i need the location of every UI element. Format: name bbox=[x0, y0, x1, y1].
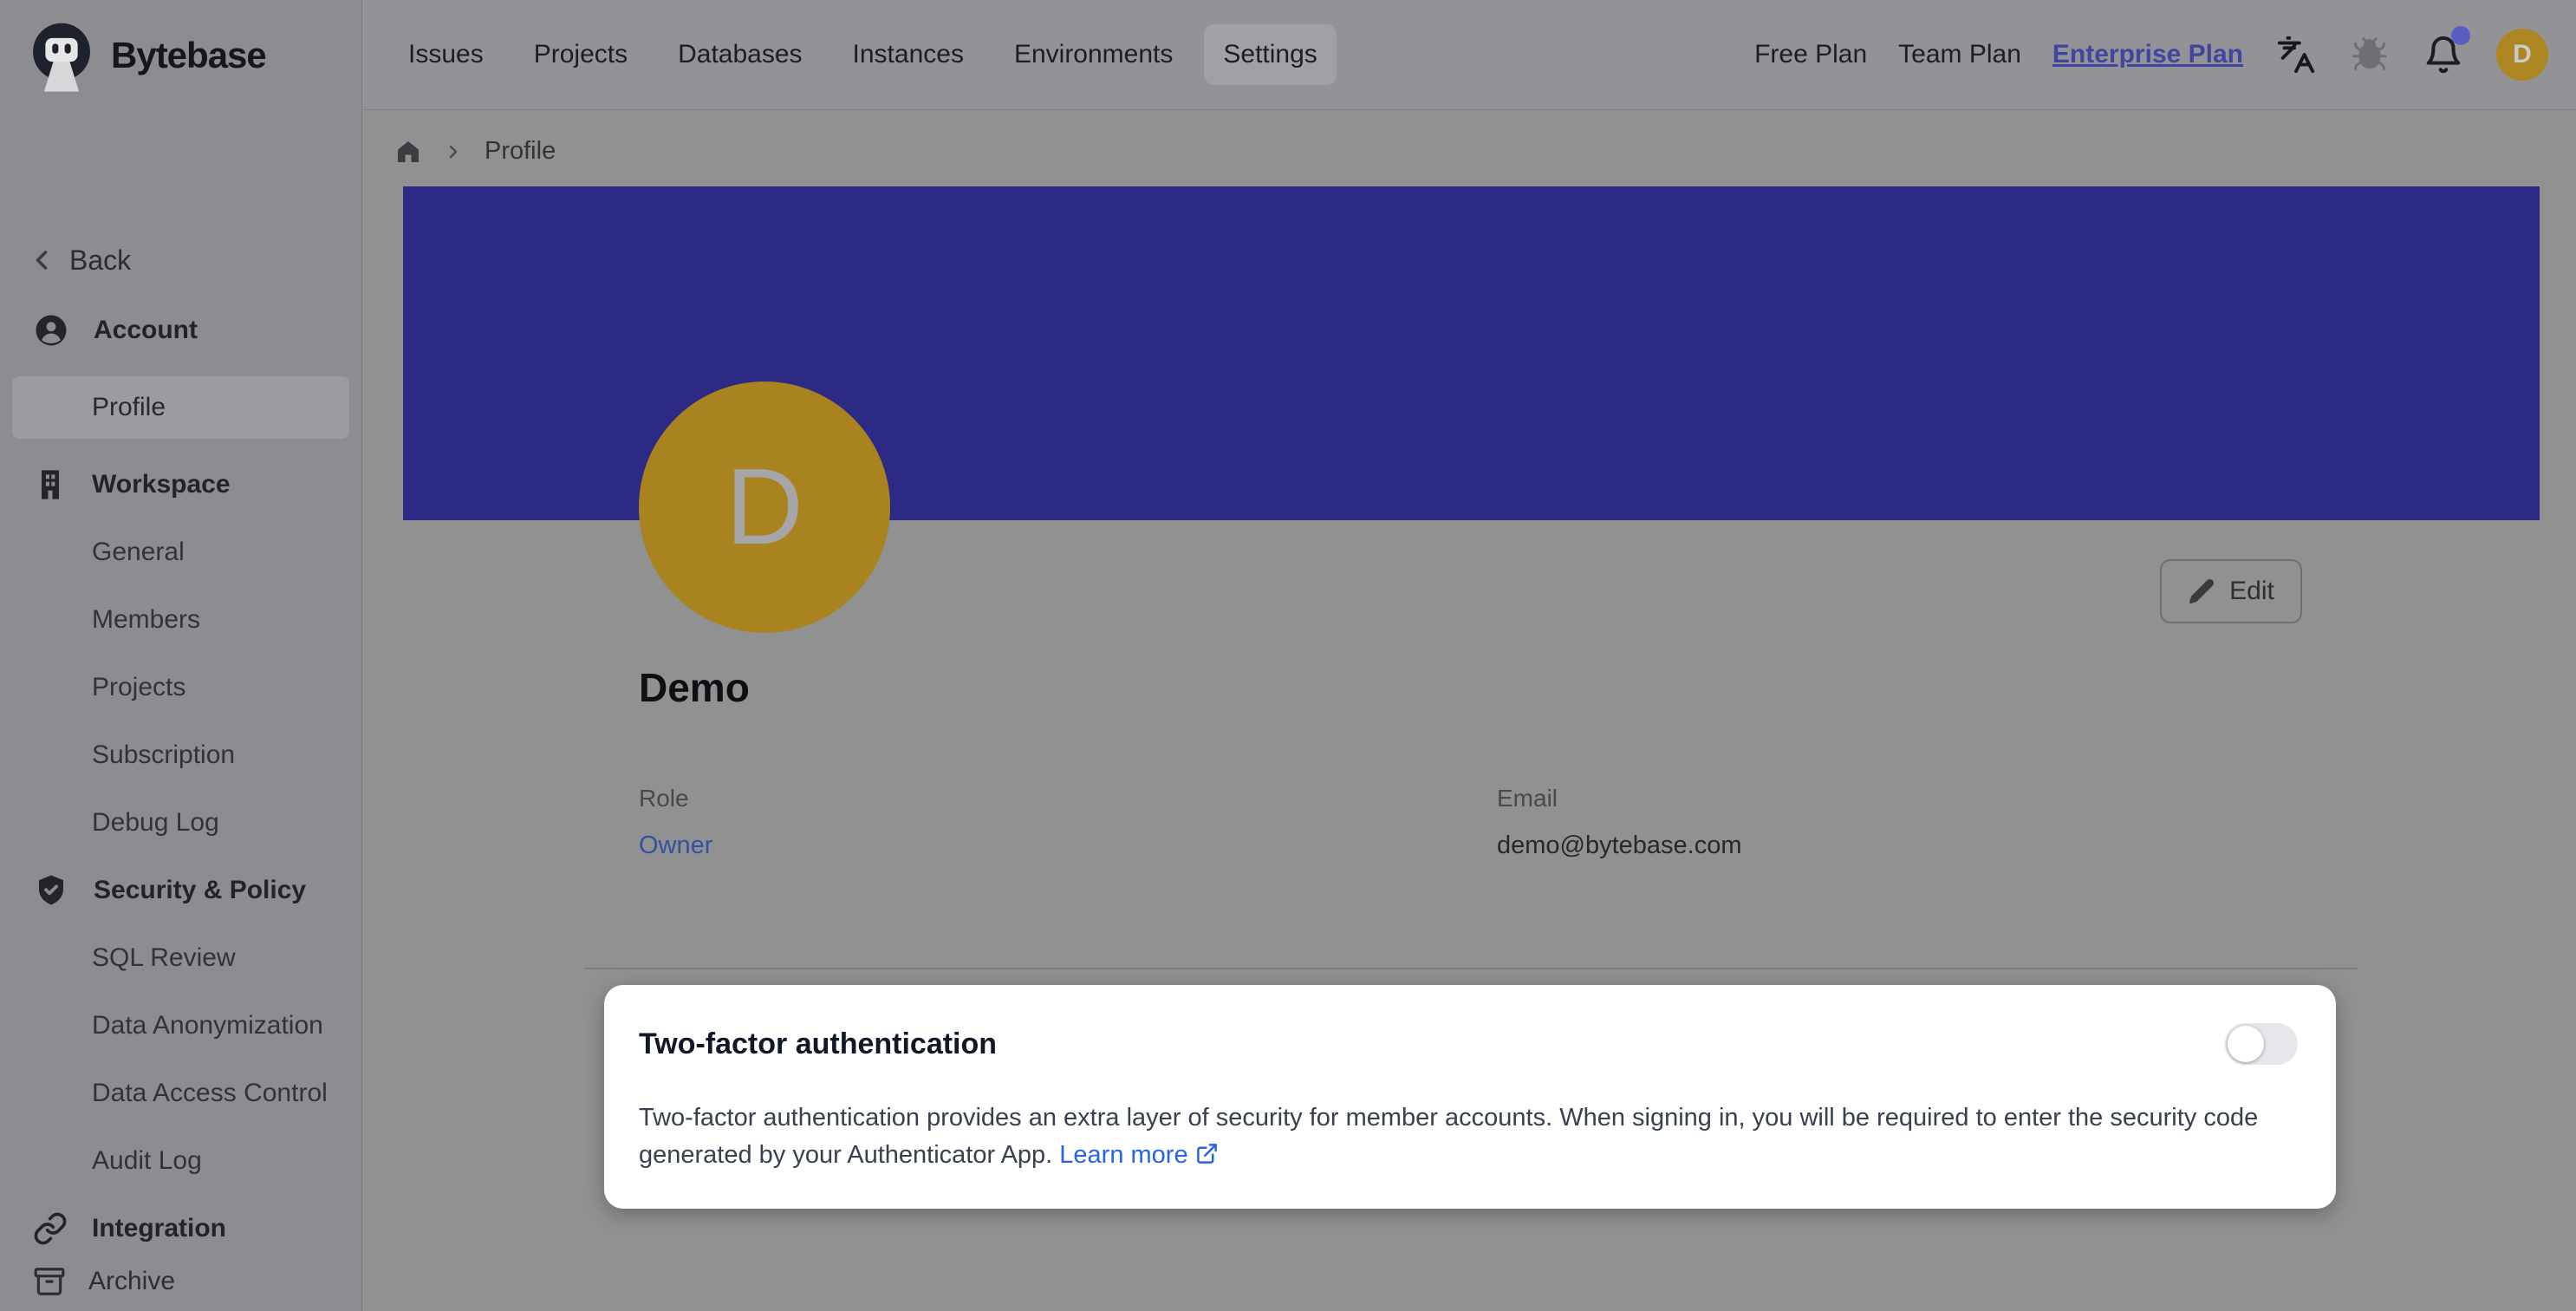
field-value-email: demo@bytebase.com bbox=[1497, 832, 2355, 860]
sidebar-section-label: Integration bbox=[92, 1214, 226, 1243]
chevron-left-icon bbox=[26, 245, 57, 276]
plan-links: Free Plan Team Plan Enterprise Plan bbox=[1754, 40, 2243, 69]
sidebar-item-data-anonymization[interactable]: Data Anonymization bbox=[12, 1004, 349, 1047]
profile-avatar-initial: D bbox=[725, 446, 803, 569]
two-factor-card: Two-factor authentication Two-factor aut… bbox=[604, 985, 2336, 1209]
two-factor-title: Two-factor authentication bbox=[639, 1027, 997, 1061]
bell-button[interactable] bbox=[2423, 35, 2463, 75]
sidebar-item-audit-log[interactable]: Audit Log bbox=[12, 1139, 349, 1183]
nav-item-settings[interactable]: Settings bbox=[1204, 24, 1336, 85]
sidebar-menu: Back Account Profile Workspace General Membe… bbox=[0, 110, 361, 1252]
sidebar-section-account: Account bbox=[33, 309, 361, 352]
toggle-knob bbox=[2228, 1026, 2264, 1062]
plan-free-plan[interactable]: Free Plan bbox=[1754, 40, 1867, 69]
edit-button[interactable]: Edit bbox=[2160, 559, 2302, 623]
main-nav: IssuesProjectsDatabasesInstancesEnvironm… bbox=[389, 24, 1337, 85]
language-icon bbox=[2276, 35, 2316, 75]
sidebar-item-data-access-control[interactable]: Data Access Control bbox=[12, 1072, 349, 1115]
bytebase-logo-text: Bytebase bbox=[111, 35, 266, 76]
sidebar-item-members[interactable]: Members bbox=[12, 598, 349, 642]
bug-icon bbox=[2351, 36, 2389, 74]
breadcrumb-page: Profile bbox=[485, 137, 556, 166]
sidebar-section-label: Workspace bbox=[92, 470, 231, 499]
nav-item-projects[interactable]: Projects bbox=[515, 24, 647, 85]
bug-button[interactable] bbox=[2351, 36, 2389, 74]
nav-item-instances[interactable]: Instances bbox=[834, 24, 983, 85]
sidebar-section-workspace: Workspace bbox=[33, 463, 361, 506]
sidebar-item-projects[interactable]: Projects bbox=[12, 666, 349, 709]
back-button[interactable]: Back bbox=[26, 236, 199, 284]
top-navigation-bar: IssuesProjectsDatabasesInstancesEnvironm… bbox=[363, 0, 2576, 110]
notification-dot bbox=[2451, 26, 2470, 45]
profile-name: Demo bbox=[639, 664, 750, 711]
sidebar-item-debug-log[interactable]: Debug Log bbox=[12, 801, 349, 845]
building-icon bbox=[33, 467, 68, 502]
sidebar-section-label: Security & Policy bbox=[94, 876, 306, 905]
two-factor-description-text: Two-factor authentication provides an ex… bbox=[639, 1104, 2258, 1169]
plan-team-plan[interactable]: Team Plan bbox=[1898, 40, 2021, 69]
sidebar-section-label: Account bbox=[94, 316, 198, 345]
sidebar-section-security-policy: Security & Policy bbox=[33, 869, 361, 912]
edit-label: Edit bbox=[2229, 577, 2274, 606]
sidebar-item-profile[interactable]: Profile bbox=[12, 376, 349, 439]
learn-more-link[interactable]: Learn more bbox=[1059, 1141, 1218, 1169]
profile-fields: Role OwnerEmail demo@bytebase.com bbox=[639, 785, 2355, 860]
sidebar-item-sql-review[interactable]: SQL Review bbox=[12, 936, 349, 980]
sidebar: Bytebase Back Account Profile Workspace Gen… bbox=[0, 0, 362, 1311]
home-icon[interactable] bbox=[394, 138, 422, 166]
sidebar-item-archive[interactable]: Archive bbox=[33, 1252, 361, 1311]
profile-avatar: D bbox=[639, 382, 890, 633]
pencil-icon bbox=[2188, 577, 2215, 605]
two-factor-toggle[interactable] bbox=[2225, 1023, 2298, 1065]
bytebase-logo[interactable]: Bytebase bbox=[0, 0, 361, 110]
bytebase-logo-icon bbox=[24, 16, 99, 95]
user-avatar[interactable]: D bbox=[2496, 29, 2548, 81]
breadcrumb-chevron-icon bbox=[443, 141, 464, 162]
archive-label: Archive bbox=[88, 1267, 175, 1296]
two-factor-description: Two-factor authentication provides an ex… bbox=[639, 1099, 2294, 1174]
user-avatar-initial: D bbox=[2513, 40, 2532, 69]
field-label: Role bbox=[639, 785, 1497, 812]
field-label: Email bbox=[1497, 785, 2355, 812]
back-label: Back bbox=[69, 245, 131, 277]
language-button[interactable] bbox=[2276, 35, 2316, 75]
topbar-icons bbox=[2276, 35, 2463, 75]
sidebar-section-integration: Integration bbox=[33, 1207, 361, 1250]
nav-item-issues[interactable]: Issues bbox=[389, 24, 503, 85]
shield-check-icon bbox=[33, 872, 69, 909]
nav-item-environments[interactable]: Environments bbox=[995, 24, 1192, 85]
nav-item-databases[interactable]: Databases bbox=[659, 24, 821, 85]
section-divider bbox=[584, 968, 2358, 969]
archive-icon bbox=[33, 1265, 66, 1298]
field-email: Email demo@bytebase.com bbox=[1497, 785, 2355, 860]
sidebar-item-subscription[interactable]: Subscription bbox=[12, 734, 349, 777]
field-value-role[interactable]: Owner bbox=[639, 832, 1497, 860]
sidebar-item-general[interactable]: General bbox=[12, 531, 349, 574]
breadcrumb: Profile bbox=[394, 137, 556, 166]
field-role: Role Owner bbox=[639, 785, 1497, 860]
learn-more-label: Learn more bbox=[1059, 1141, 1187, 1169]
link-icon bbox=[33, 1211, 68, 1246]
external-link-icon bbox=[1195, 1142, 1219, 1165]
user-circle-icon bbox=[33, 312, 69, 349]
plan-enterprise-plan[interactable]: Enterprise Plan bbox=[2052, 40, 2243, 69]
